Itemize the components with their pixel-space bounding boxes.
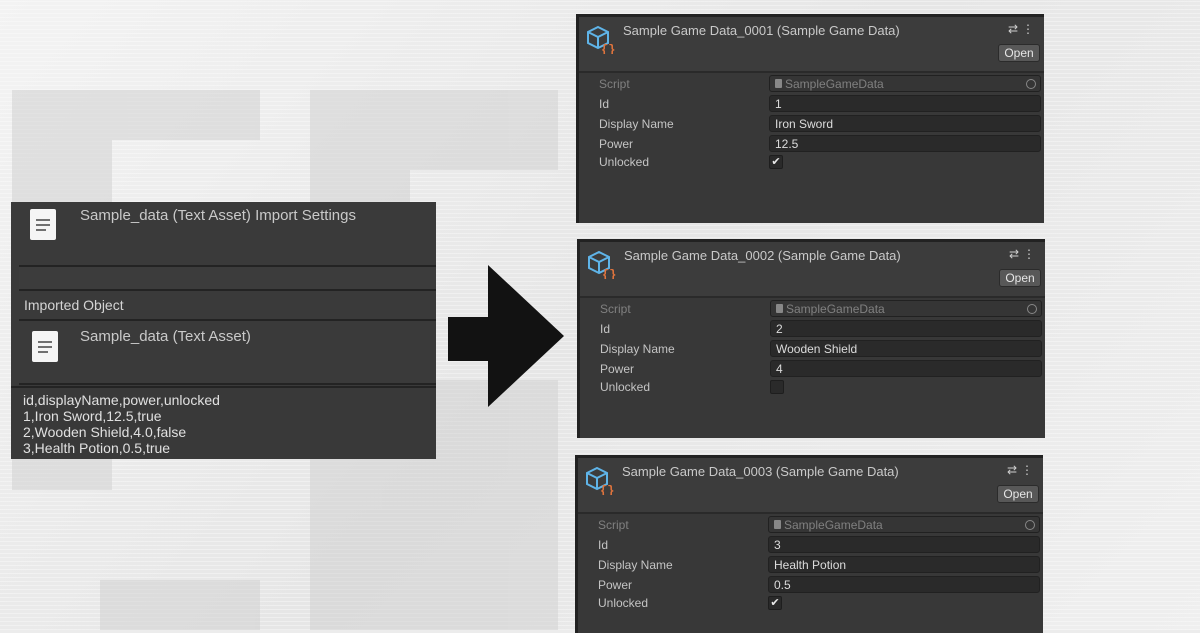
unlocked-label: Unlocked (598, 596, 649, 610)
object-picker-icon[interactable] (1026, 79, 1036, 89)
id-row: Id 3 (578, 536, 1043, 554)
scriptable-object-icon: {} (588, 250, 616, 279)
import-settings-title: Sample_data (Text Asset) Import Settings (80, 207, 356, 224)
script-row: Script SampleGameData (578, 516, 1043, 534)
imported-asset-name: Sample_data (Text Asset) (80, 328, 251, 345)
inspector-panel-0002: {} Sample Game Data_0002 (Sample Game Da… (577, 239, 1045, 438)
display-name-field[interactable]: Iron Sword (769, 115, 1041, 132)
power-row: Power 12.5 (579, 135, 1044, 153)
power-label: Power (598, 578, 633, 592)
inspector-menu-icon[interactable]: ⇄⋮ (1008, 22, 1038, 36)
svg-text:{}: {} (601, 43, 615, 54)
csv-line: 2,Wooden Shield,4.0,false (23, 424, 187, 440)
script-row: Script SampleGameData (579, 75, 1044, 93)
inspector-title: Sample Game Data_0001 (Sample Game Data) (623, 23, 900, 38)
inspector-title: Sample Game Data_0002 (Sample Game Data) (624, 248, 901, 263)
display-name-label: Display Name (598, 558, 673, 572)
display-name-row: Display Name Iron Sword (579, 115, 1044, 133)
script-file-icon (776, 304, 783, 313)
text-asset-preview: id,displayName,power,unlocked 1,Iron Swo… (11, 386, 436, 459)
inspector-menu-icon[interactable]: ⇄⋮ (1007, 463, 1037, 477)
open-button[interactable]: Open (997, 485, 1039, 503)
unlocked-checkbox[interactable]: ✔ (768, 596, 782, 610)
unlocked-row: Unlocked ✔ (578, 594, 1043, 612)
unlocked-checkbox[interactable] (770, 380, 784, 394)
script-row: Script SampleGameData (580, 300, 1045, 318)
script-label: Script (600, 302, 631, 316)
power-field[interactable]: 0.5 (768, 576, 1040, 593)
script-field[interactable]: SampleGameData (769, 75, 1041, 92)
imported-object-row[interactable]: Sample_data (Text Asset) (19, 321, 436, 385)
right-arrow-icon (448, 265, 564, 407)
id-row: Id 2 (580, 320, 1045, 338)
power-field[interactable]: 12.5 (769, 135, 1041, 152)
id-label: Id (599, 97, 610, 111)
power-row: Power 4 (580, 360, 1045, 378)
unlocked-row: Unlocked (580, 378, 1045, 396)
id-field[interactable]: 1 (769, 95, 1041, 112)
import-settings-header: Sample_data (Text Asset) Import Settings (19, 202, 436, 267)
scriptable-object-icon: {} (587, 25, 615, 54)
id-label: Id (600, 322, 611, 336)
script-label: Script (598, 518, 629, 532)
open-button[interactable]: Open (999, 269, 1041, 287)
unlocked-label: Unlocked (599, 155, 650, 169)
display-name-label: Display Name (600, 342, 675, 356)
unlocked-row: Unlocked ✔ (579, 153, 1044, 171)
id-label: Id (598, 538, 609, 552)
svg-text:{}: {} (600, 484, 614, 495)
id-field[interactable]: 3 (768, 536, 1040, 553)
inspector-header: {} Sample Game Data_0001 (Sample Game Da… (579, 17, 1044, 73)
imported-object-header: Imported Object (19, 291, 436, 321)
scriptable-object-icon: {} (586, 466, 614, 495)
display-name-row: Display Name Health Potion (578, 556, 1043, 574)
import-settings-body (19, 267, 436, 291)
imported-object-label: Imported Object (24, 297, 124, 313)
script-field[interactable]: SampleGameData (770, 300, 1042, 317)
script-label: Script (599, 77, 630, 91)
display-name-row: Display Name Wooden Shield (580, 340, 1045, 358)
display-name-label: Display Name (599, 117, 674, 131)
csv-line: 3,Health Potion,0.5,true (23, 440, 171, 456)
csv-line: 1,Iron Sword,12.5,true (23, 408, 162, 424)
object-picker-icon[interactable] (1027, 304, 1037, 314)
unlocked-label: Unlocked (600, 380, 651, 394)
inspector-menu-icon[interactable]: ⇄⋮ (1009, 247, 1039, 261)
inspector-panel-0003: {} Sample Game Data_0003 (Sample Game Da… (575, 455, 1043, 633)
power-field[interactable]: 4 (770, 360, 1042, 377)
document-icon (30, 209, 56, 240)
open-button[interactable]: Open (998, 44, 1040, 62)
inspector-header: {} Sample Game Data_0003 (Sample Game Da… (578, 458, 1043, 514)
display-name-field[interactable]: Wooden Shield (770, 340, 1042, 357)
inspector-panel-0001: {} Sample Game Data_0001 (Sample Game Da… (576, 14, 1044, 223)
power-label: Power (600, 362, 635, 376)
power-label: Power (599, 137, 634, 151)
import-settings-panel: Sample_data (Text Asset) Import Settings… (11, 202, 436, 459)
inspector-header: {} Sample Game Data_0002 (Sample Game Da… (580, 242, 1045, 298)
id-field[interactable]: 2 (770, 320, 1042, 337)
csv-line: id,displayName,power,unlocked (23, 392, 220, 408)
script-file-icon (774, 520, 781, 529)
id-row: Id 1 (579, 95, 1044, 113)
script-file-icon (775, 79, 782, 88)
script-field[interactable]: SampleGameData (768, 516, 1040, 533)
unlocked-checkbox[interactable]: ✔ (769, 155, 783, 169)
inspector-title: Sample Game Data_0003 (Sample Game Data) (622, 464, 899, 479)
display-name-field[interactable]: Health Potion (768, 556, 1040, 573)
document-icon (32, 331, 58, 362)
svg-text:{}: {} (602, 268, 616, 279)
object-picker-icon[interactable] (1025, 520, 1035, 530)
power-row: Power 0.5 (578, 576, 1043, 594)
